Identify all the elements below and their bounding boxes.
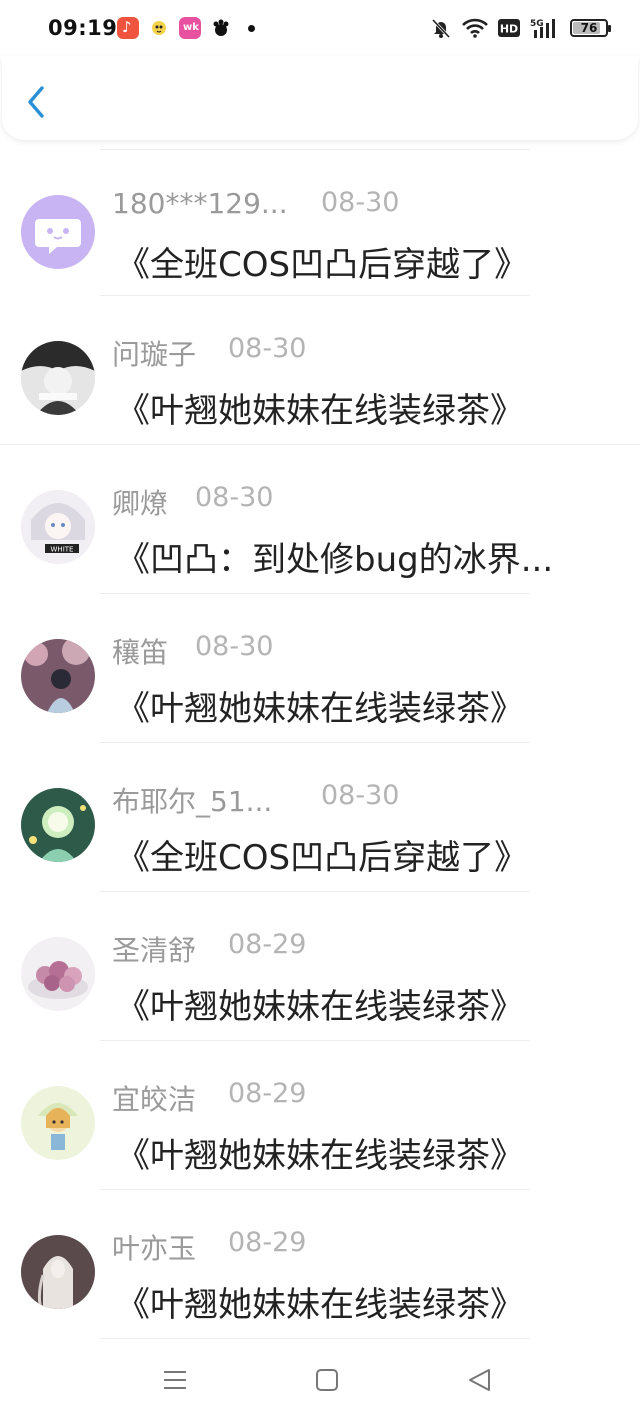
divider bbox=[100, 1189, 530, 1190]
comment-date: 08-30 bbox=[195, 631, 274, 662]
back-button[interactable] bbox=[22, 84, 50, 120]
back-triangle-icon bbox=[469, 1369, 490, 1391]
comment-username[interactable]: 宜皎洁 bbox=[112, 1078, 196, 1118]
status-bar: 09:19 HD 5G 76 bbox=[0, 0, 640, 56]
comment-username[interactable]: 穰笛 bbox=[112, 631, 168, 671]
list-item[interactable]: 问璇子 08-30 《叶翘她妹妹在线装绿茶》 bbox=[0, 295, 640, 444]
battery-icon: 76 bbox=[570, 19, 611, 37]
avatar[interactable] bbox=[21, 788, 95, 862]
avatar[interactable] bbox=[21, 937, 95, 1011]
comment-list: 180***129... 08-30 《全班COS凹凸后穿越了》 问璇子 08-… bbox=[0, 140, 640, 1340]
comment-date: 08-29 bbox=[228, 1227, 307, 1258]
avatar[interactable] bbox=[21, 1235, 95, 1309]
list-item[interactable]: 叶亦玉 08-29 《叶翘她妹妹在线装绿茶》 bbox=[0, 1189, 640, 1338]
comment-date: 08-29 bbox=[228, 929, 307, 960]
comment-username[interactable]: 180***129... bbox=[112, 187, 288, 220]
hd-icon: HD bbox=[498, 19, 520, 37]
wifi-icon bbox=[462, 18, 488, 38]
comment-date: 08-30 bbox=[321, 187, 400, 218]
svg-text:HD: HD bbox=[500, 23, 518, 36]
paw-app-icon bbox=[210, 17, 232, 39]
battery-level: 76 bbox=[580, 21, 598, 35]
comment-book-title[interactable]: 《叶翘她妹妹在线装绿茶》 bbox=[116, 1128, 524, 1177]
comment-username[interactable]: 圣清舒 bbox=[112, 929, 196, 969]
comment-username[interactable]: 卿燎 bbox=[112, 482, 168, 522]
comment-username[interactable]: 问璇子 bbox=[112, 333, 196, 373]
divider bbox=[100, 295, 530, 296]
home-button[interactable] bbox=[312, 1365, 342, 1395]
comment-book-title[interactable]: 《叶翘她妹妹在线装绿茶》 bbox=[116, 1277, 524, 1326]
home-square-icon bbox=[316, 1369, 338, 1391]
menu-button[interactable] bbox=[160, 1365, 190, 1395]
svg-text:WHITE: WHITE bbox=[51, 546, 74, 554]
comment-date: 08-30 bbox=[195, 482, 274, 513]
system-back-button[interactable] bbox=[464, 1365, 494, 1395]
avatar[interactable] bbox=[21, 639, 95, 713]
list-item[interactable]: 圣清舒 08-29 《叶翘她妹妹在线装绿茶》 bbox=[0, 891, 640, 1040]
divider bbox=[100, 891, 530, 892]
list-item[interactable]: 宜皎洁 08-29 《叶翘她妹妹在线装绿茶》 bbox=[0, 1040, 640, 1189]
comment-date: 08-29 bbox=[228, 1078, 307, 1109]
menu-icon bbox=[164, 1371, 186, 1389]
comment-book-title[interactable]: 《叶翘她妹妹在线装绿茶》 bbox=[116, 383, 524, 432]
reading-app-icon bbox=[179, 17, 201, 39]
comment-username[interactable]: 布耶尔_51... bbox=[112, 780, 272, 820]
music-app-icon bbox=[117, 17, 139, 39]
comment-date: 08-30 bbox=[321, 780, 400, 811]
comment-date: 08-30 bbox=[228, 333, 307, 364]
list-item[interactable]: 布耶尔_51... 08-30 《全班COS凹凸后穿越了》 bbox=[0, 742, 640, 891]
comment-book-title[interactable]: 《全班COS凹凸后穿越了》 bbox=[116, 830, 528, 879]
comment-username[interactable]: 叶亦玉 bbox=[112, 1227, 196, 1267]
chevron-left-icon bbox=[28, 86, 44, 118]
avatar[interactable] bbox=[21, 1086, 95, 1160]
comment-book-title[interactable]: 《凹凸：到处修bug的冰界... bbox=[116, 532, 553, 581]
top-header bbox=[2, 56, 638, 140]
avatar[interactable]: WHITE bbox=[21, 490, 95, 564]
avatar[interactable] bbox=[21, 341, 95, 415]
divider bbox=[100, 1040, 530, 1041]
divider bbox=[0, 444, 640, 445]
avatar[interactable] bbox=[21, 195, 95, 269]
bird-app-icon bbox=[148, 17, 170, 39]
signal-5g-icon: 5G bbox=[530, 17, 560, 39]
comment-book-title[interactable]: 《叶翘她妹妹在线装绿茶》 bbox=[116, 979, 524, 1028]
system-nav-bar bbox=[0, 1340, 640, 1422]
mute-bell-icon bbox=[430, 17, 452, 39]
divider bbox=[100, 149, 530, 150]
list-item[interactable]: 180***129... 08-30 《全班COS凹凸后穿越了》 bbox=[0, 149, 640, 298]
list-item[interactable]: 穰笛 08-30 《叶翘她妹妹在线装绿茶》 bbox=[0, 593, 640, 742]
comment-book-title[interactable]: 《全班COS凹凸后穿越了》 bbox=[116, 237, 528, 286]
divider bbox=[100, 593, 530, 594]
list-item[interactable]: WHITE 卿燎 08-30 《凹凸：到处修bug的冰界... bbox=[0, 444, 640, 593]
comment-book-title[interactable]: 《叶翘她妹妹在线装绿茶》 bbox=[116, 681, 524, 730]
divider bbox=[100, 742, 530, 743]
notification-dot-icon bbox=[248, 25, 255, 32]
status-time: 09:19 bbox=[48, 16, 118, 40]
